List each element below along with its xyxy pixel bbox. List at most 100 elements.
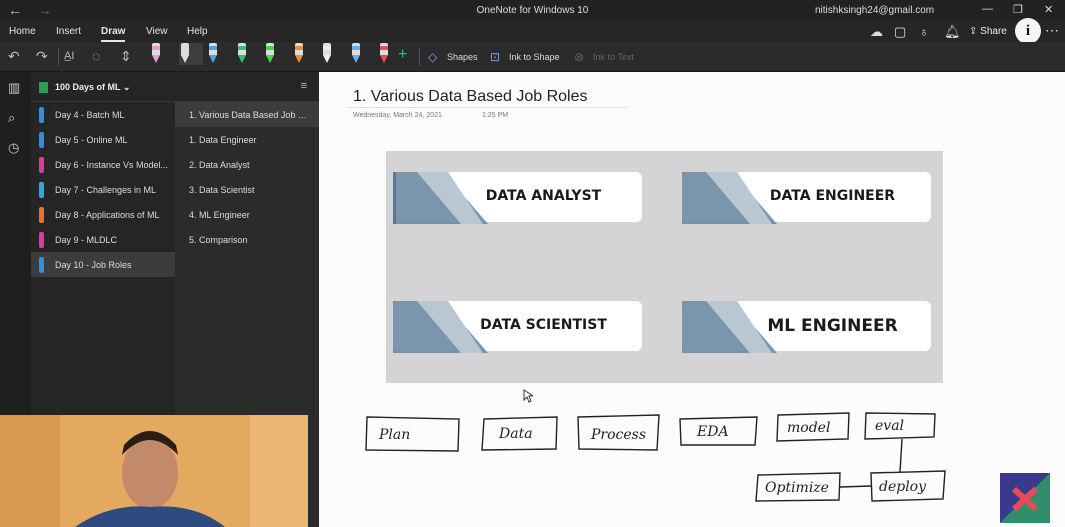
search-icon[interactable]: ⌕ — [8, 110, 15, 126]
toolbar-divider — [419, 48, 420, 66]
notebook-icon — [39, 82, 48, 93]
notebooks-icon[interactable]: ▥ — [8, 80, 20, 96]
page-label: 3. Data Scientist — [189, 185, 255, 195]
toolbar-divider — [58, 48, 59, 66]
info-icon[interactable]: i — [1015, 18, 1041, 44]
pen-icon[interactable] — [236, 43, 248, 65]
ink-to-text-icon[interactable]: ⊛ — [574, 50, 584, 64]
page-item[interactable]: 1. Various Data Based Job Ro... — [175, 102, 319, 127]
pen-icon[interactable] — [264, 43, 276, 65]
sketch-line-optimize-deploy — [839, 485, 872, 488]
menu-insert[interactable]: Insert — [56, 26, 81, 37]
minimize-icon[interactable]: — — [982, 3, 993, 15]
ink-to-shape-button[interactable]: Ink to Shape — [509, 52, 560, 62]
menu-draw[interactable]: Draw — [101, 26, 126, 42]
page-item[interactable]: 4. ML Engineer — [175, 202, 319, 227]
card-label: DATA ANALYST — [485, 188, 602, 204]
notebook-header[interactable]: 100 Days of ML ⌄ ≡ — [31, 72, 319, 102]
shapes-button[interactable]: Shapes — [447, 52, 478, 62]
pen-icon[interactable] — [178, 43, 203, 65]
sketch-text-eval: eval — [875, 418, 904, 434]
mouse-cursor-icon — [523, 389, 533, 403]
recent-clock-icon[interactable]: ◷ — [8, 140, 19, 156]
pen-color-band — [209, 46, 217, 50]
section-color-tab — [39, 132, 44, 148]
section-item[interactable]: Day 6 - Instance Vs Model... — [31, 152, 175, 177]
menu-help[interactable]: Help — [187, 26, 208, 37]
lasso-select-icon[interactable]: ◌ — [92, 48, 100, 64]
sketch-text-eda: EDA — [696, 424, 729, 440]
page-item[interactable]: 3. Data Scientist — [175, 177, 319, 202]
channel-logo — [1000, 473, 1050, 523]
page-item[interactable]: 1. Data Engineer — [175, 127, 319, 152]
pen-tip — [209, 55, 217, 63]
share-label: Share — [980, 26, 1007, 37]
sketch-text-model: model — [787, 420, 830, 436]
sketch-text-plan: Plan — [378, 427, 410, 443]
pen-color-band — [323, 46, 331, 50]
pen-icon[interactable] — [378, 43, 390, 65]
section-label: Day 6 - Instance Vs Model... — [55, 160, 169, 170]
section-item[interactable]: Day 10 - Job Roles — [31, 252, 175, 277]
job-roles-slide[interactable]: DATA ANALYST DATA ENGINEER DATA SCIENTIS… — [386, 151, 943, 383]
pen-icon[interactable] — [150, 43, 162, 65]
presenter-video — [0, 415, 308, 527]
section-label: Day 9 - MLDLC — [55, 235, 118, 245]
pen-tip — [180, 55, 189, 63]
section-label: Day 4 - Batch ML — [55, 110, 125, 120]
notebook-name[interactable]: 100 Days of ML ⌄ — [55, 82, 130, 93]
section-item[interactable]: Day 4 - Batch ML — [31, 102, 175, 127]
handwritten-ml-pipeline[interactable]: Plan Data Process EDA model eval Optimiz… — [319, 395, 959, 507]
more-options-icon[interactable]: ⋯ — [1045, 22, 1059, 39]
page-item[interactable]: 2. Data Analyst — [175, 152, 319, 177]
ink-to-text-button[interactable]: Ink to Text — [593, 52, 634, 62]
sketch-text-process: Process — [590, 427, 646, 443]
section-item[interactable]: Day 5 - Online ML — [31, 127, 175, 152]
pen-icon[interactable] — [293, 43, 305, 65]
card-data-analyst: DATA ANALYST — [393, 172, 642, 227]
section-color-tab — [39, 182, 44, 198]
section-color-tab — [39, 207, 44, 223]
pen-color-band — [266, 46, 274, 50]
sort-icon[interactable]: ≡ — [301, 80, 307, 92]
bell-icon[interactable]: 🔔︎ — [944, 24, 961, 40]
card-label: ML ENGINEER — [767, 316, 898, 336]
pen-icon[interactable] — [321, 43, 333, 65]
lightbulb-icon[interactable]: ♁ — [919, 24, 929, 39]
shapes-icon[interactable]: ◇ — [428, 50, 437, 64]
card-label: DATA ENGINEER — [769, 188, 896, 204]
menu-home[interactable]: Home — [9, 26, 36, 37]
type-select-icon[interactable]: A̲I — [64, 50, 74, 62]
pen-tip — [323, 55, 331, 63]
close-icon[interactable]: ✕ — [1044, 3, 1053, 16]
card-ml-engineer: ML ENGINEER — [682, 301, 931, 356]
add-space-icon[interactable]: ⇕ — [120, 48, 132, 65]
sketch-text-deploy: deploy — [879, 479, 927, 495]
page-label: 4. ML Engineer — [189, 210, 250, 220]
redo-icon[interactable]: ↷ — [36, 48, 48, 65]
pen-icon[interactable] — [207, 43, 219, 65]
page-time: 1:25 PM — [482, 112, 509, 119]
share-button[interactable]: ⇪ Share — [969, 26, 1007, 37]
page-item[interactable]: 5. Comparison — [175, 227, 319, 252]
sync-icon[interactable]: ☁ — [870, 24, 883, 40]
page-title[interactable]: 1. Various Data Based Job Roles — [353, 88, 588, 106]
pen-tip — [152, 55, 160, 63]
section-item[interactable]: Day 9 - MLDLC — [31, 227, 175, 252]
ink-to-shape-icon[interactable]: ⊡ — [490, 50, 500, 64]
restore-icon[interactable]: ❐ — [1013, 3, 1023, 16]
notes-icon[interactable]: ▢ — [894, 24, 906, 40]
title-underline — [347, 107, 627, 108]
pen-icon[interactable] — [350, 43, 362, 65]
notebook-name-text: 100 Days of ML — [55, 82, 121, 92]
pen-tip — [266, 55, 274, 63]
menu-view[interactable]: View — [146, 26, 168, 37]
card-data-scientist: DATA SCIENTIST — [393, 301, 642, 356]
section-item[interactable]: Day 7 - Challenges in ML — [31, 177, 175, 202]
section-color-tab — [39, 232, 44, 248]
undo-icon[interactable]: ↶ — [8, 48, 20, 65]
add-pen-icon[interactable]: + — [398, 46, 407, 64]
section-item[interactable]: Day 8 - Applications of ML — [31, 202, 175, 227]
section-label: Day 10 - Job Roles — [55, 260, 132, 270]
user-email[interactable]: nitishksingh24@gmail.com — [815, 5, 934, 16]
